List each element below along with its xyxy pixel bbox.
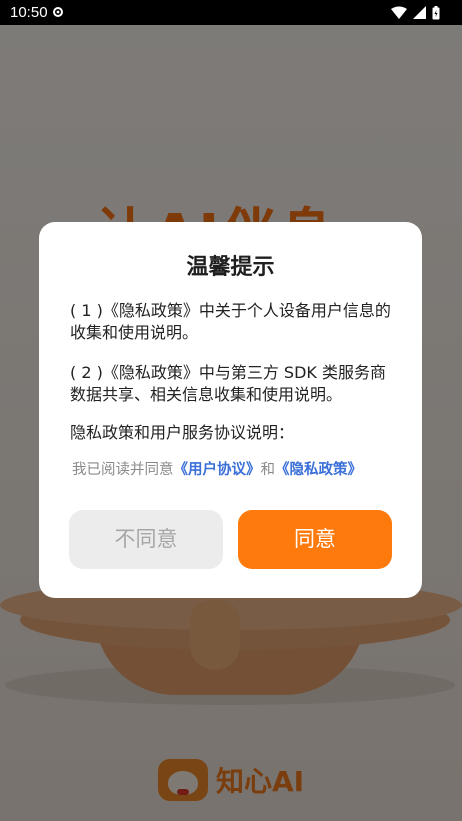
agree-button[interactable]: 同意 [238,510,392,569]
status-bar: 10:50 [0,0,462,25]
settings-gear-icon [53,7,63,17]
privacy-dialog: 温馨提示 ( 1 )《隐私政策》中关于个人设备用户信息的收集和使用说明。 ( 2… [39,222,422,598]
dialog-paragraph-1: ( 1 )《隐私政策》中关于个人设备用户信息的收集和使用说明。 [70,301,391,342]
agreement-and: 和 [260,462,276,478]
signal-icon [413,6,426,19]
dialog-paragraph-3: 隐私政策和用户服务协议说明： [70,423,295,442]
agreement-prefix: 我已阅读并同意 [72,462,174,478]
dialog-title: 温馨提示 [186,255,275,280]
agreement-line: 我已阅读并同意《用户协议》和《隐私政策》 [72,460,402,480]
privacy-policy-link[interactable]: 《隐私政策》 [275,462,362,478]
battery-icon [432,5,440,19]
user-agreement-link[interactable]: 《用户协议》 [174,462,261,478]
disagree-button[interactable]: 不同意 [69,510,223,569]
screen: 10:50 让AI伴身 知心AI [0,0,462,821]
status-icons [391,5,440,20]
wifi-icon [391,6,407,19]
status-time: 10:50 [10,4,48,21]
dialog-paragraph-2: ( 2 )《隐私政策》中与第三方 SDK 类服务商数据共享、相关信息收集和使用说… [70,363,386,404]
